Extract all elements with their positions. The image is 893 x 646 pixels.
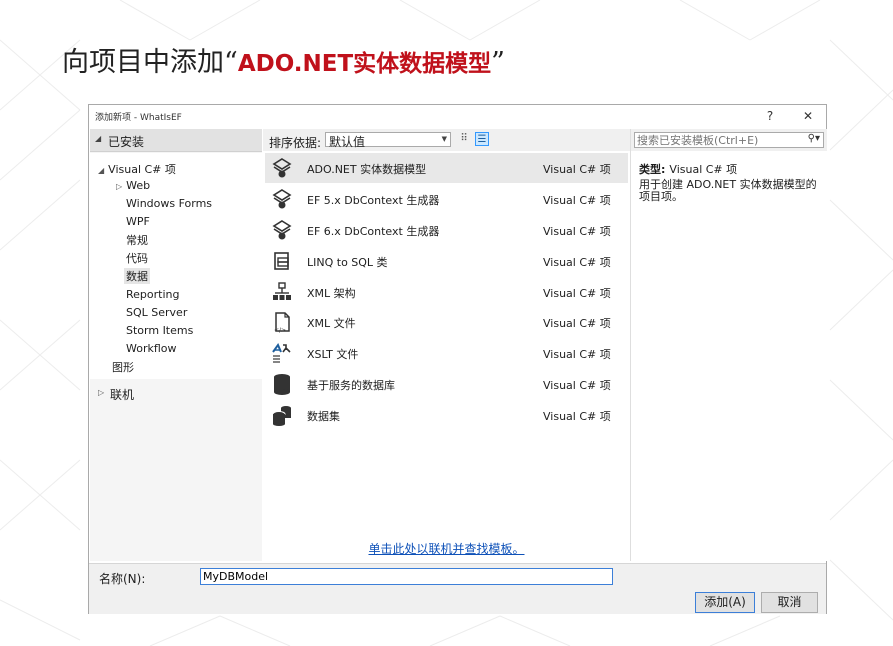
template-type: Visual C# 项: [543, 379, 611, 392]
detail-description: 用于创建 ADO.NET 实体数据模型的项目项。: [639, 178, 817, 203]
template-list-pane: 排序依据: 默认值 ▼ ⠿ ☰ ADO.NET 实体数据模型 Visual C#…: [263, 129, 630, 561]
tree-item-visual-csharp[interactable]: ◢ Visual C# 项: [98, 161, 176, 177]
template-type: Visual C# 项: [543, 410, 611, 423]
xslt-file-icon: [272, 342, 291, 363]
small-icons-view-icon[interactable]: ⠿: [457, 132, 471, 146]
template-row[interactable]: EF 6.x DbContext 生成器 Visual C# 项: [265, 215, 628, 245]
slide-title-open-quote: “: [224, 47, 238, 78]
xml-file-icon: </>: [274, 312, 290, 333]
expand-icon[interactable]: ▷: [116, 182, 122, 191]
template-type: Visual C# 项: [543, 348, 611, 361]
dialog-footer: 名称(N): 添加(A) 取消: [89, 563, 826, 614]
linq-to-sql-icon: [274, 252, 289, 270]
template-name: LINQ to SQL 类: [307, 256, 388, 269]
help-button[interactable]: ?: [759, 107, 781, 125]
tree-item-wpf[interactable]: WPF: [126, 215, 150, 228]
template-name: EF 5.x DbContext 生成器: [307, 194, 440, 207]
template-type: Visual C# 项: [543, 163, 611, 176]
detail-type-label: 类型:: [639, 163, 666, 176]
close-button[interactable]: ✕: [797, 107, 819, 125]
category-tree: ◢ Visual C# 项 ▷ Web Windows Forms WPF 常规 代…: [90, 153, 262, 379]
tree-item-general[interactable]: 常规: [126, 232, 148, 248]
name-label: 名称(N):: [99, 572, 146, 586]
slide-title-close-quote: ”: [491, 47, 505, 78]
xml-schema-icon: [273, 282, 291, 300]
template-name: ADO.NET 实体数据模型: [307, 163, 427, 176]
template-name: 数据集: [307, 410, 340, 423]
find-templates-online-link[interactable]: 单击此处以联机并查找模板。: [263, 540, 630, 557]
online-label: 联机: [110, 388, 135, 402]
template-type: Visual C# 项: [543, 225, 611, 238]
database-icon: [274, 374, 290, 395]
sort-label: 排序依据:: [269, 136, 322, 150]
template-row[interactable]: XML 架构 Visual C# 项: [265, 277, 628, 307]
tree-item-graphics[interactable]: 图形: [112, 359, 134, 375]
template-name: XML 架构: [307, 287, 356, 300]
template-row[interactable]: 数据集 Visual C# 项: [265, 400, 628, 430]
template-name: XML 文件: [307, 317, 356, 330]
expand-icon[interactable]: ▷: [98, 388, 104, 397]
search-bar: ⚲▾: [631, 129, 827, 151]
dialog-titlebar[interactable]: 添加新项 - WhatIsEF ? ✕: [89, 105, 826, 127]
template-row[interactable]: LINQ to SQL 类 Visual C# 项: [265, 246, 628, 276]
cancel-button[interactable]: 取消: [761, 592, 818, 613]
dialog-title: 添加新项 - WhatIsEF: [95, 113, 182, 123]
template-row[interactable]: EF 5.x DbContext 生成器 Visual C# 项: [265, 184, 628, 214]
tree-item-workflow[interactable]: Workflow: [126, 342, 177, 355]
sort-value: 默认值: [329, 135, 366, 149]
template-row[interactable]: XSLT 文件 Visual C# 项: [265, 338, 628, 368]
dataset-icon: [272, 406, 291, 426]
search-box[interactable]: ⚲▾: [634, 132, 824, 148]
template-type: Visual C# 项: [543, 194, 611, 207]
sort-toolbar: 排序依据: 默认值 ▼ ⠿ ☰: [263, 129, 630, 151]
detail-type: 类型: Visual C# 项: [639, 161, 737, 177]
tree-item-reporting[interactable]: Reporting: [126, 288, 179, 301]
template-name: 基于服务的数据库: [307, 379, 395, 392]
tree-item-windows-forms[interactable]: Windows Forms: [126, 197, 212, 210]
template-row[interactable]: 基于服务的数据库 Visual C# 项: [265, 369, 628, 399]
installed-label: 已安装: [108, 135, 145, 149]
tree-item-label: Web: [126, 179, 151, 192]
template-row[interactable]: ADO.NET 实体数据模型 Visual C# 项: [265, 153, 628, 183]
add-new-item-dialog: 添加新项 - WhatIsEF ? ✕ ◢ 已安装 ◢ Visual C# 项 ▷…: [88, 104, 827, 614]
search-input[interactable]: [637, 133, 797, 147]
slide-title-highlight: ADO.NET实体数据模型: [237, 51, 492, 77]
tree-item-web[interactable]: ▷ Web: [116, 179, 150, 192]
template-type: Visual C# 项: [543, 287, 611, 300]
template-type: Visual C# 项: [543, 256, 611, 269]
installed-header[interactable]: ◢ 已安装: [90, 129, 262, 152]
name-field[interactable]: [200, 568, 613, 585]
ado-net-model-icon: [272, 158, 292, 178]
detail-type-value: Visual C# 项: [669, 163, 738, 176]
slide-title-prefix: 向项目中添加: [62, 47, 224, 78]
tree-item-sql-server[interactable]: SQL Server: [126, 306, 187, 319]
category-pane: ◢ 已安装 ◢ Visual C# 项 ▷ Web Windows Forms WP…: [90, 129, 262, 561]
sort-dropdown[interactable]: 默认值 ▼: [325, 132, 451, 149]
collapse-icon[interactable]: ◢: [95, 134, 101, 143]
template-name: XSLT 文件: [307, 348, 359, 361]
expand-icon[interactable]: ◢: [98, 166, 104, 175]
details-pane: ⚲▾ 类型:Visual C# 项 用于创建 ADO.NET 实体数据模型的项目…: [630, 129, 827, 561]
ef-generator-icon: [272, 220, 292, 240]
slide-title: 向项目中添加“ADO.NET实体数据模型”: [62, 40, 505, 79]
chevron-down-icon: ▼: [441, 135, 447, 143]
tree-item-label: Visual C# 项: [108, 163, 176, 176]
list-view-icon[interactable]: ☰: [475, 132, 489, 146]
svg-text:</>: </>: [274, 327, 286, 333]
template-row[interactable]: </> XML 文件 Visual C# 项: [265, 307, 628, 337]
template-type: Visual C# 项: [543, 317, 611, 330]
search-icon[interactable]: ⚲▾: [808, 133, 820, 144]
tree-item-storm-items[interactable]: Storm Items: [126, 324, 193, 337]
online-node[interactable]: ▷ 联机: [90, 383, 262, 403]
ef-generator-icon: [272, 189, 292, 209]
tree-item-data[interactable]: 数据: [124, 268, 150, 284]
tree-item-code[interactable]: 代码: [126, 250, 148, 266]
add-button[interactable]: 添加(A): [695, 592, 755, 613]
template-name: EF 6.x DbContext 生成器: [307, 225, 440, 238]
